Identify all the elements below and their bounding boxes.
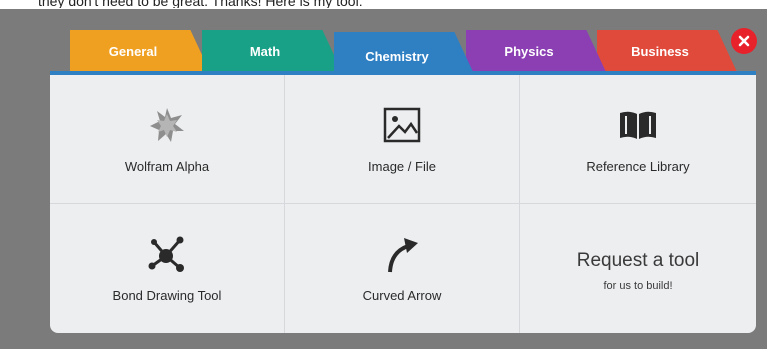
tool-bond-drawing[interactable]: Bond Drawing Tool <box>50 204 285 333</box>
tool-label: Reference Library <box>586 158 690 174</box>
tool-label: Bond Drawing Tool <box>112 288 222 303</box>
image-icon <box>383 105 421 145</box>
request-title: Request a tool <box>576 249 700 271</box>
tab-chemistry[interactable]: Chemistry <box>334 32 474 74</box>
tool-wolfram-alpha[interactable]: Wolfram Alpha <box>50 75 285 204</box>
tab-label: Physics <box>504 43 554 59</box>
book-icon <box>617 105 659 145</box>
request-tool-button[interactable]: Request a tool for us to build! <box>520 204 756 333</box>
wolfram-alpha-icon <box>148 105 186 145</box>
curved-arrow-icon <box>382 234 422 274</box>
tab-label: Math <box>249 43 281 59</box>
tool-curved-arrow[interactable]: Curved Arrow <box>285 204 520 333</box>
tool-label: Curved Arrow <box>362 288 442 303</box>
close-icon <box>738 35 750 47</box>
tool-label: Image / File <box>368 158 436 174</box>
tab-label: Business <box>631 43 689 59</box>
tab-label: General <box>108 43 158 59</box>
tab-physics[interactable]: Physics <box>466 30 606 72</box>
close-button[interactable] <box>731 28 757 54</box>
tab-label: Chemistry <box>365 48 429 64</box>
tool-panel: Wolfram Alpha Image / File Reference Lib… <box>50 71 756 333</box>
tool-reference-library[interactable]: Reference Library <box>520 75 756 204</box>
tool-label: Wolfram Alpha <box>124 158 210 174</box>
molecule-icon <box>146 234 188 274</box>
request-subtitle: for us to build! <box>603 279 673 292</box>
page-caption: they don't need to be great. Thanks! Her… <box>38 0 363 8</box>
tool-image-file[interactable]: Image / File <box>285 75 520 204</box>
tab-general[interactable]: General <box>70 30 210 72</box>
tab-business[interactable]: Business <box>597 30 737 72</box>
tab-math[interactable]: Math <box>202 30 342 72</box>
